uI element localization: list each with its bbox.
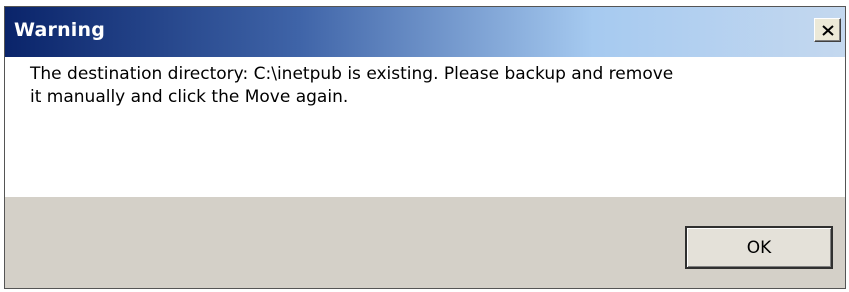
button-area: OK (5, 197, 845, 288)
warning-dialog: Warning The destination directory: C:\in… (4, 6, 846, 289)
message-line-2: it manually and click the Move again. (30, 87, 349, 107)
close-button[interactable] (814, 18, 841, 42)
warning-message: The destination directory: C:\inetpub is… (30, 63, 820, 109)
close-icon (821, 24, 834, 36)
title-bar[interactable]: Warning (5, 7, 845, 57)
dialog-title: Warning (14, 19, 106, 41)
ok-button[interactable]: OK (685, 226, 833, 269)
message-line-1: The destination directory: C:\inetpub is… (30, 64, 674, 84)
